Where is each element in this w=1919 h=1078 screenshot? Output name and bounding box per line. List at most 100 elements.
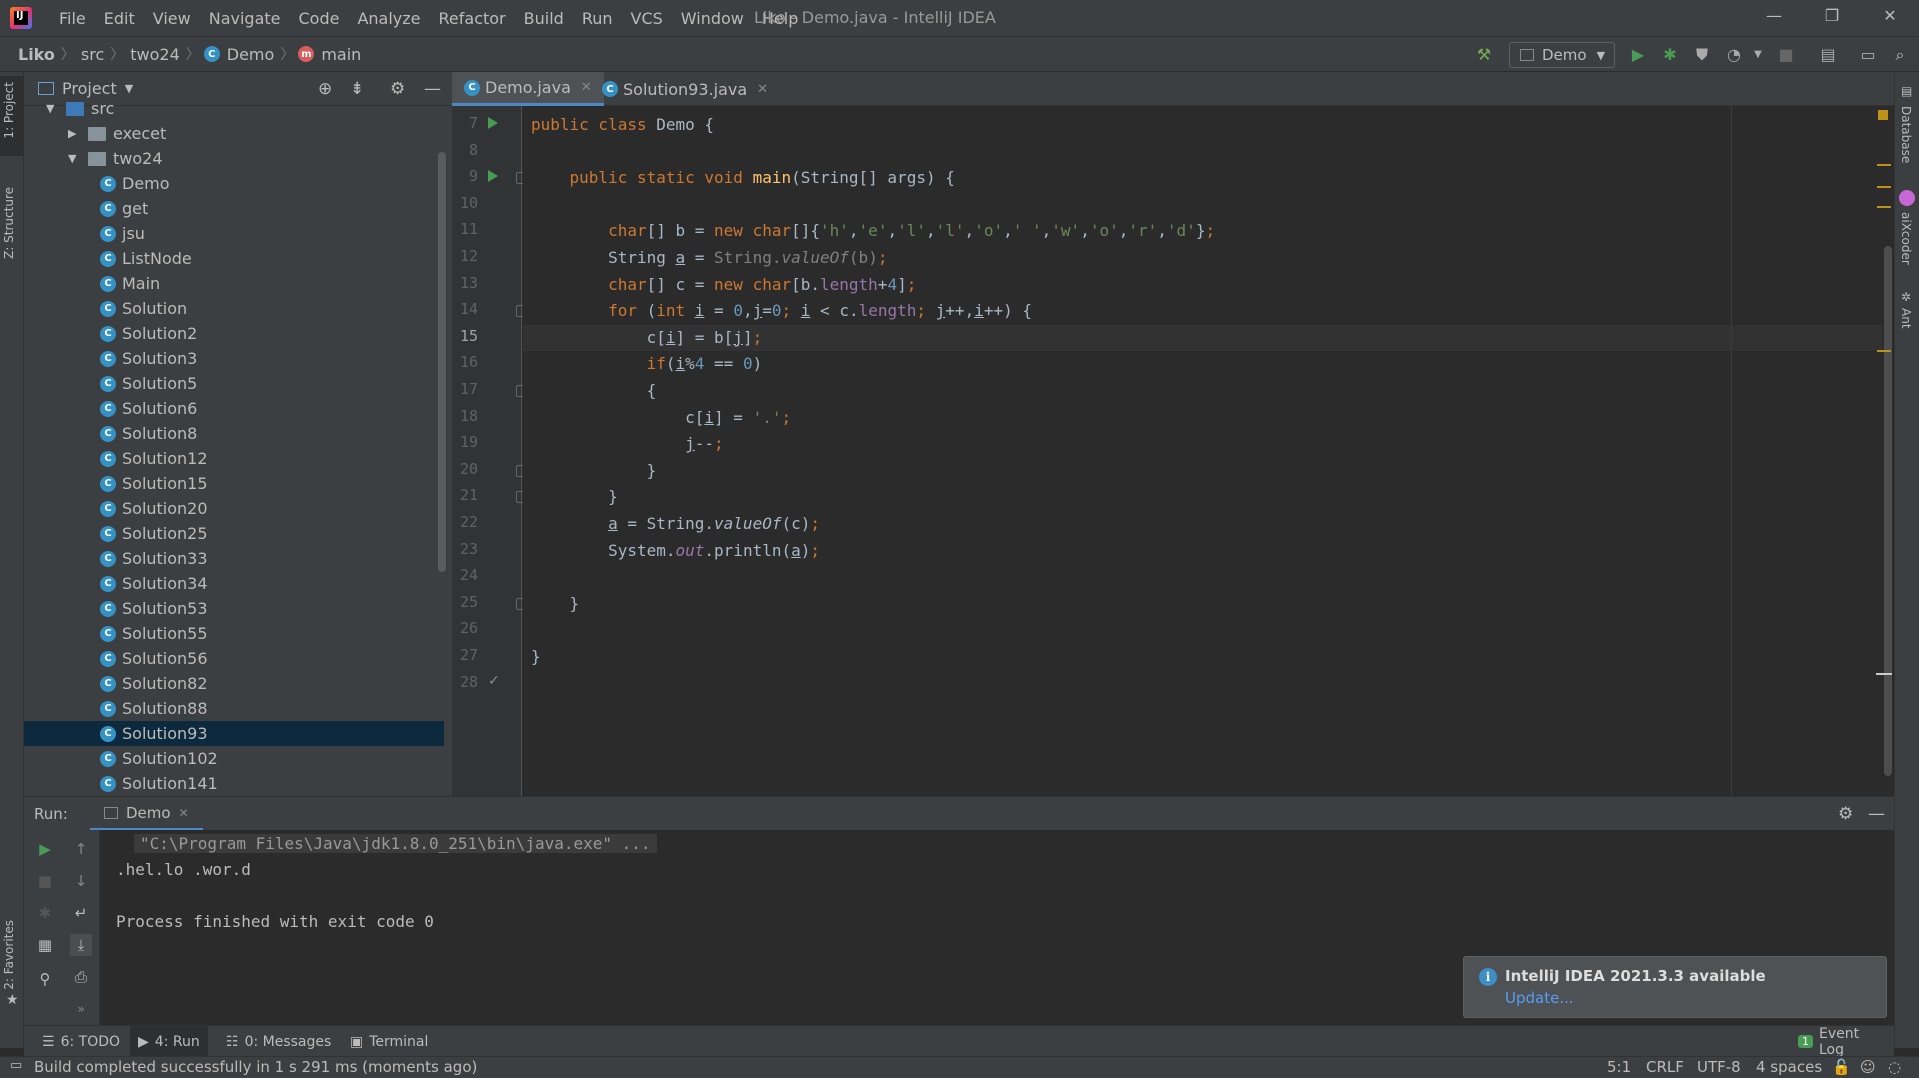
line-number[interactable]: 15 xyxy=(452,327,478,345)
menu-vcs[interactable]: VCS xyxy=(622,9,672,28)
event-log-tab[interactable]: 1 Event Log xyxy=(1790,1026,1894,1058)
editor-scrollbar[interactable] xyxy=(1882,106,1894,796)
chevron-down-icon[interactable]: ▼ xyxy=(125,82,133,95)
breadcrumb-class[interactable]: Demo xyxy=(225,45,277,64)
menu-edit[interactable]: Edit xyxy=(95,9,144,28)
code-line[interactable]: a = String.valueOf(c); xyxy=(531,511,820,537)
line-number[interactable]: 25 xyxy=(452,593,478,611)
soft-wrap-icon[interactable]: ↵ xyxy=(70,902,92,924)
code-line[interactable]: } xyxy=(531,591,580,617)
project-scrollbar[interactable] xyxy=(438,152,446,572)
tree-item-solution33[interactable]: C Solution33 xyxy=(24,546,444,571)
warning-stripe[interactable] xyxy=(1877,186,1891,188)
code-line[interactable]: } xyxy=(531,458,657,484)
tree-item-solution93[interactable]: C Solution93 xyxy=(24,721,444,746)
profile-icon[interactable]: ◔ xyxy=(1724,45,1744,65)
code-editor[interactable]: public class Demo { public static void m… xyxy=(523,106,1894,796)
scroll-up-icon[interactable]: ↑ xyxy=(70,838,92,860)
layout-icon[interactable]: ▭ xyxy=(1858,45,1878,65)
caret-position[interactable]: 5:1 xyxy=(1607,1058,1631,1076)
code-line[interactable]: if(i%4 == 0) xyxy=(531,351,763,377)
tab-solution93-java[interactable]: C Solution93.java ✕ xyxy=(590,72,780,106)
gear-icon[interactable]: ⚙ xyxy=(1838,804,1853,824)
tree-item-demo[interactable]: C Demo xyxy=(24,171,444,196)
layout-icon[interactable]: ▦ xyxy=(34,934,56,956)
line-number[interactable]: 7 xyxy=(452,114,478,132)
tree-item-solution15[interactable]: C Solution15 xyxy=(24,471,444,496)
run-icon[interactable]: ▶ xyxy=(1628,45,1648,65)
indent-setting[interactable]: 4 spaces xyxy=(1756,1058,1822,1076)
tool-tab-messages[interactable]: ☷ 0: Messages xyxy=(218,1026,339,1057)
line-number[interactable]: 24 xyxy=(452,566,478,584)
line-number[interactable]: 19 xyxy=(452,433,478,451)
tree-item-main[interactable]: C Main xyxy=(24,271,444,296)
breadcrumb-project[interactable]: Liko xyxy=(16,45,57,64)
tree-item-solution2[interactable]: C Solution2 xyxy=(24,321,444,346)
tool-tab-ant[interactable]: Ant xyxy=(1899,308,1913,329)
tool-tab-database[interactable]: Database xyxy=(1899,106,1913,163)
tool-tab-favorites[interactable]: 2: Favorites xyxy=(2,920,16,990)
tree-item-solution88[interactable]: C Solution88 xyxy=(24,696,444,721)
tool-tab-run[interactable]: ▶ 4: Run xyxy=(130,1026,208,1057)
more-icon[interactable]: » xyxy=(70,998,92,1020)
tree-item-solution5[interactable]: C Solution5 xyxy=(24,371,444,396)
code-line[interactable]: public static void main(String[] args) { xyxy=(531,165,955,191)
lock-icon[interactable]: 🔓 xyxy=(1832,1058,1851,1076)
warning-stripe[interactable] xyxy=(1877,350,1891,352)
tree-item-solution55[interactable]: C Solution55 xyxy=(24,621,444,646)
tree-item-solution[interactable]: C Solution xyxy=(24,296,444,321)
debug-icon[interactable]: ✱ xyxy=(1660,45,1680,65)
notifications-icon[interactable]: ◌ xyxy=(1888,1058,1901,1076)
breadcrumb-package[interactable]: two24 xyxy=(128,45,182,64)
breadcrumb-method[interactable]: main xyxy=(319,45,363,64)
line-number[interactable]: 18 xyxy=(452,407,478,425)
menu-refactor[interactable]: Refactor xyxy=(430,9,515,28)
hide-panel-icon[interactable]: — xyxy=(1868,804,1885,824)
menu-navigate[interactable]: Navigate xyxy=(200,9,290,28)
breadcrumb-src[interactable]: src xyxy=(79,45,106,64)
close-tab-icon[interactable]: ✕ xyxy=(179,806,189,820)
line-number[interactable]: 21 xyxy=(452,486,478,504)
menu-view[interactable]: View xyxy=(144,9,200,28)
tree-item-solution3[interactable]: C Solution3 xyxy=(24,346,444,371)
menu-build[interactable]: Build xyxy=(515,9,573,28)
tree-item-listnode[interactable]: C ListNode xyxy=(24,246,444,271)
line-separator[interactable]: CRLF xyxy=(1646,1058,1684,1076)
tool-tab-todo[interactable]: ☰ 6: TODO xyxy=(34,1026,128,1057)
tree-item-get[interactable]: Cget xyxy=(24,196,444,221)
stop-icon[interactable]: ■ xyxy=(34,870,56,892)
warning-stripe[interactable] xyxy=(1877,164,1891,166)
tool-tab-project[interactable]: 1: Project xyxy=(2,82,16,139)
tree-item-solution34[interactable]: C Solution34 xyxy=(24,571,444,596)
gutter-run-icon[interactable] xyxy=(488,117,498,129)
tree-item-jsu[interactable]: Cjsu xyxy=(24,221,444,246)
collapsed-arrow-icon[interactable]: ▶ xyxy=(68,127,82,140)
warning-indicator-icon[interactable] xyxy=(1878,110,1888,120)
line-number[interactable]: 11 xyxy=(452,220,478,238)
scroll-to-end-icon[interactable]: ⤓ xyxy=(70,934,92,956)
run-config-select[interactable]: Demo ▼ xyxy=(1509,42,1615,68)
line-number[interactable]: 17 xyxy=(452,380,478,398)
line-number[interactable]: 9 xyxy=(452,167,478,185)
tree-item-solution56[interactable]: C Solution56 xyxy=(24,646,444,671)
line-number[interactable]: 23 xyxy=(452,540,478,558)
debug-restart-icon[interactable]: ✱ xyxy=(34,902,56,924)
menu-run[interactable]: Run xyxy=(573,9,622,28)
close-window-icon[interactable]: ✕ xyxy=(1878,6,1902,30)
update-link[interactable]: Update... xyxy=(1505,989,1574,1007)
tool-tab-terminal[interactable]: ▣ Terminal xyxy=(342,1026,436,1057)
minimize-icon[interactable]: — xyxy=(1762,6,1786,30)
line-number[interactable]: 13 xyxy=(452,274,478,292)
line-number[interactable]: 26 xyxy=(452,619,478,637)
tool-tab-aixcoder[interactable]: aiXcoder xyxy=(1899,212,1913,265)
code-line[interactable]: } xyxy=(531,484,618,510)
line-number[interactable]: 14 xyxy=(452,300,478,318)
code-line[interactable]: c[i] = '.'; xyxy=(531,405,791,431)
tree-item-src[interactable]: ▼ src xyxy=(24,96,444,121)
menu-analyze[interactable]: Analyze xyxy=(348,9,429,28)
code-line[interactable]: } xyxy=(531,644,541,670)
stop-icon[interactable]: ■ xyxy=(1776,45,1796,65)
tree-item-solution6[interactable]: C Solution6 xyxy=(24,396,444,421)
tree-item-solution53[interactable]: C Solution53 xyxy=(24,596,444,621)
tree-item-solution12[interactable]: C Solution12 xyxy=(24,446,444,471)
